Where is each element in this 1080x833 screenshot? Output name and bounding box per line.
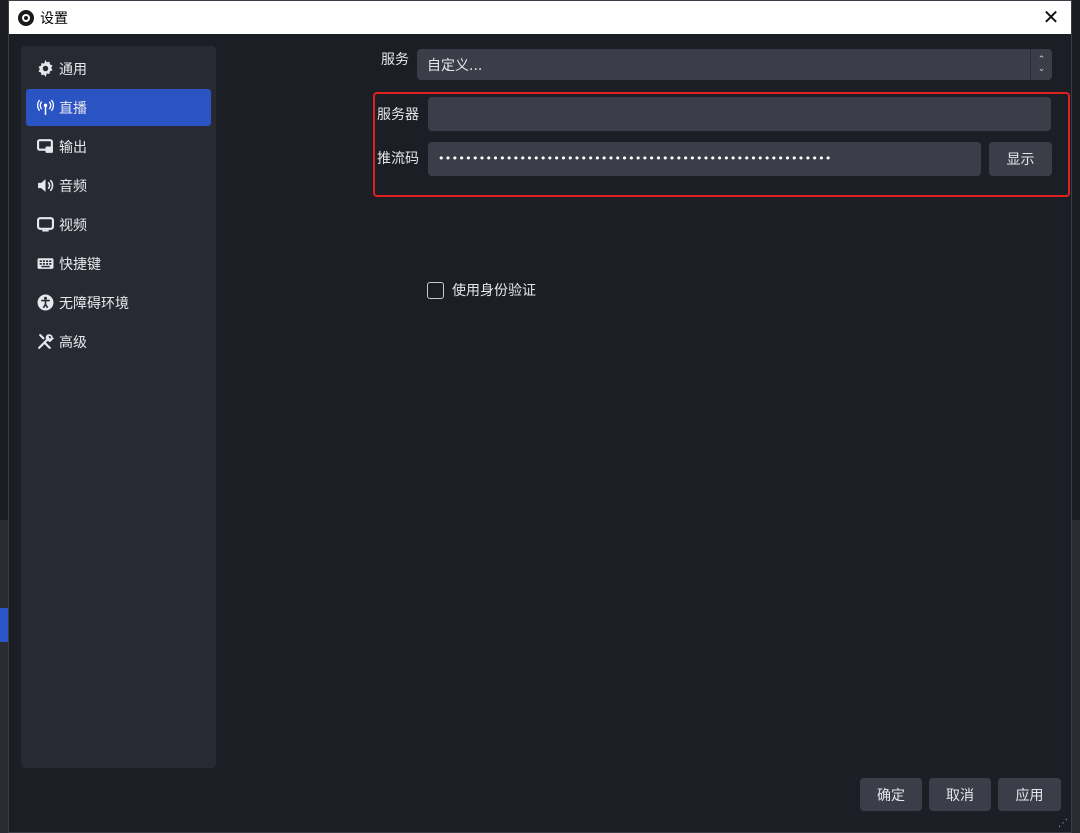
sidebar-item-advanced[interactable]: 高级 <box>26 323 211 360</box>
sidebar-item-label: 输出 <box>59 139 87 156</box>
title-bar: 设置 ✕ <box>9 1 1071 34</box>
output-icon <box>36 138 54 156</box>
sidebar-item-accessibility[interactable]: 无障碍环境 <box>26 284 211 321</box>
settings-sidebar: 通用 直播 输出 音频 视频 快捷键 无障碍环境 高级 <box>21 46 216 768</box>
obs-logo-icon <box>18 9 34 26</box>
sidebar-item-label: 快捷键 <box>59 256 101 273</box>
show-key-button[interactable]: 显示 <box>989 142 1052 176</box>
sidebar-item-label: 直播 <box>59 100 87 117</box>
service-select[interactable]: 自定义... ⌃ ⌄ <box>417 49 1052 80</box>
gear-icon <box>36 60 54 78</box>
sidebar-item-video[interactable]: 视频 <box>26 206 211 243</box>
stream-settings-panel: 服务 自定义... ⌃ ⌄ 服务器 推流码 •••••••••••••••••••… <box>229 46 1071 832</box>
cancel-button[interactable]: 取消 <box>929 778 991 811</box>
use-auth-checkbox[interactable] <box>427 281 444 299</box>
sidebar-item-label: 通用 <box>59 61 87 78</box>
antenna-icon <box>36 99 54 117</box>
sidebar-item-label: 视频 <box>59 217 87 234</box>
accessibility-icon <box>36 294 54 312</box>
service-label: 服务 <box>381 52 409 68</box>
sidebar-item-general[interactable]: 通用 <box>26 50 211 87</box>
sidebar-item-label: 高级 <box>59 334 87 351</box>
background-panel-left <box>0 520 8 833</box>
speaker-icon <box>36 177 54 195</box>
stream-key-input[interactable]: ••••••••••••••••••••••••••••••••••••••••… <box>428 142 981 176</box>
server-label: 服务器 <box>377 107 419 123</box>
sidebar-item-audio[interactable]: 音频 <box>26 167 211 204</box>
tools-icon <box>36 333 54 351</box>
service-row: 服务 <box>381 49 409 69</box>
use-auth-option[interactable]: 使用身份验证 <box>427 280 536 300</box>
apply-button[interactable]: 应用 <box>998 778 1061 811</box>
sidebar-item-hotkeys[interactable]: 快捷键 <box>26 245 211 282</box>
window-title: 设置 <box>40 10 68 27</box>
sidebar-item-stream[interactable]: 直播 <box>26 89 211 126</box>
sidebar-item-label: 音频 <box>59 178 87 195</box>
service-select-value: 自定义... <box>427 57 483 74</box>
sidebar-item-output[interactable]: 输出 <box>26 128 211 165</box>
sidebar-item-label: 无障碍环境 <box>59 295 129 312</box>
ok-button[interactable]: 确定 <box>860 778 922 811</box>
settings-dialog: 设置 ✕ 通用 直播 输出 音频 视频 快捷键 无障碍环境 高级 服务 自定义.… <box>8 0 1072 833</box>
keyboard-icon <box>36 255 54 273</box>
monitor-icon <box>36 216 54 234</box>
close-button[interactable]: ✕ <box>1041 7 1061 27</box>
background-panel-right <box>1072 520 1080 833</box>
use-auth-label: 使用身份验证 <box>452 283 536 299</box>
select-chevron-icon: ⌃ ⌄ <box>1030 49 1052 80</box>
resize-grip-icon[interactable]: ⋰ <box>1058 818 1068 829</box>
stream-key-label: 推流码 <box>377 151 419 167</box>
server-input[interactable] <box>428 97 1051 131</box>
